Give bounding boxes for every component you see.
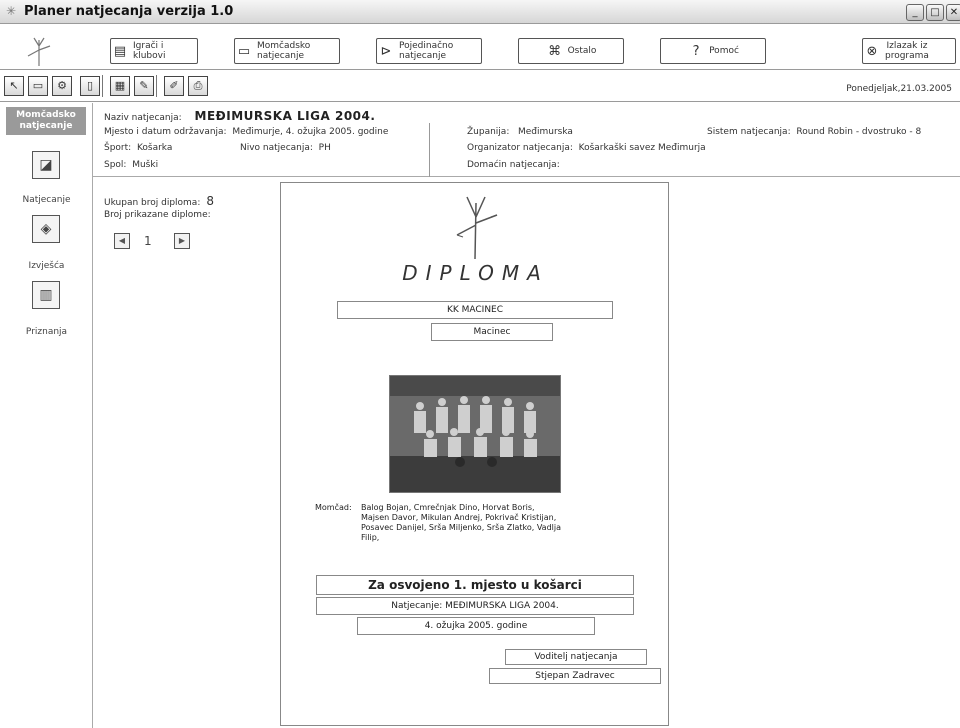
- competition-name: MEĐIMURSKA LIGA 2004.: [194, 109, 376, 123]
- sistem-value: Round Robin - dvostruko - 8: [796, 127, 922, 137]
- nivo-value: PH: [318, 143, 331, 153]
- window-title: Planer natjecanja verzija 1.0: [24, 4, 234, 19]
- command-icon: ⌘: [548, 43, 562, 59]
- app-icon: ✳: [6, 4, 17, 18]
- toolbar: ↖ ▭ ⚙ ▯ ▦ ✎ ✐ ⎙ Ponedjeljak,21.03.2005: [0, 72, 960, 102]
- tool-arrow-icon[interactable]: ↖: [4, 76, 24, 96]
- help-icon: ?: [692, 43, 700, 59]
- tool-edit-icon[interactable]: ✎: [134, 76, 154, 96]
- team-competition-button[interactable]: ▭ Momčadsko natjecanje: [234, 38, 340, 64]
- team-label: Momčad:: [315, 503, 352, 512]
- minimize-button[interactable]: _: [906, 4, 924, 21]
- domacin-label: Domaćin natjecanja:: [467, 160, 560, 170]
- tool-calculator-icon[interactable]: ▦: [110, 76, 130, 96]
- database-icon: ▤: [113, 43, 127, 59]
- shown-label: Broj prikazane diplome:: [104, 210, 211, 220]
- sidebar-header[interactable]: Momčadsko natjecanje: [6, 107, 86, 135]
- tool-page-icon[interactable]: ▯: [80, 76, 100, 96]
- competition-field[interactable]: Natjecanje: MEĐIMURSKA LIGA 2004.: [316, 597, 634, 615]
- sidebar-item-priznanja[interactable]: Priznanja: [0, 327, 93, 337]
- total-label: Ukupan broj diploma:: [104, 198, 201, 208]
- award-field[interactable]: Za osvojeno 1. mjesto u košarci: [316, 575, 634, 595]
- team-photo: [389, 375, 561, 493]
- reports-icon[interactable]: ◈: [32, 215, 60, 243]
- team-competition-icon: ▭: [237, 43, 251, 59]
- organizator-label: Organizator natjecanja:: [467, 143, 573, 153]
- zupanija-label: Županija:: [467, 127, 510, 137]
- sidebar-item-izvjesca[interactable]: Izvješća: [0, 261, 93, 271]
- tool-print-icon[interactable]: ⎙: [188, 76, 208, 96]
- maximize-button[interactable]: □: [926, 4, 944, 21]
- sport-value: Košarka: [136, 143, 173, 153]
- individual-competition-button[interactable]: ⊳ Pojedinačno natjecanje: [376, 38, 482, 64]
- toolbar-separator: [102, 75, 104, 97]
- leader-title-field[interactable]: Voditelj natjecanja: [505, 649, 647, 665]
- individual-competition-icon: ⊳: [380, 43, 392, 59]
- tool-gear-icon[interactable]: ⚙: [52, 76, 72, 96]
- info-divider: [429, 123, 430, 177]
- naziv-label: Naziv natjecanja:: [104, 113, 182, 123]
- other-button[interactable]: ⌘ Ostalo: [518, 38, 624, 64]
- help-button[interactable]: ? Pomoć: [660, 38, 766, 64]
- tool-brush-icon[interactable]: ✐: [164, 76, 184, 96]
- spol-label: Spol:: [104, 160, 127, 170]
- sidebar-item-natjecanje[interactable]: Natjecanje: [0, 195, 93, 205]
- exit-button[interactable]: ⊗ Izlazak iz programa: [862, 38, 956, 64]
- sidebar: Momčadsko natjecanje ◪ Natjecanje ◈ Izvje…: [0, 103, 93, 728]
- sport-label: Šport:: [104, 143, 132, 153]
- close-button[interactable]: ✕: [946, 4, 960, 21]
- diploma-preview: DIPLOMA KK MACINEC Macinec Momčad: Balog…: [280, 182, 669, 726]
- mjesto-label: Mjesto i datum održavanja:: [104, 127, 227, 137]
- diploma-title: DIPLOMA: [402, 261, 549, 285]
- zupanija-value: Međimurska: [517, 127, 573, 137]
- awards-icon[interactable]: ▥: [32, 281, 60, 309]
- diploma-view-icon[interactable]: ◪: [32, 151, 60, 179]
- app-logo-icon: [27, 37, 51, 66]
- tool-folder-icon[interactable]: ▭: [28, 76, 48, 96]
- place-field[interactable]: Macinec: [431, 323, 553, 341]
- mjesto-value: Međimurje, 4. ožujka 2005. godine: [232, 127, 389, 137]
- main-nav: ▤ Igrači i klubovi ▭ Momčadsko natjecanje …: [0, 34, 960, 70]
- total-value: 8: [206, 194, 214, 208]
- leader-name-field[interactable]: Stjepan Zadravec: [489, 668, 661, 684]
- sistem-label: Sistem natjecanja:: [707, 127, 791, 137]
- organizator-value: Košarkaški savez Međimurja: [578, 143, 706, 153]
- current-diploma-number: 1: [144, 234, 152, 248]
- diploma-counter: Ukupan broj diploma: 8 Broj prikazane dip…: [104, 194, 214, 220]
- prev-diploma-button[interactable]: ◀: [114, 233, 130, 249]
- players-clubs-button[interactable]: ▤ Igrači i klubovi: [110, 38, 198, 64]
- title-bar: ✳ Planer natjecanja verzija 1.0 _ □ ✕: [0, 0, 960, 24]
- team-name-field[interactable]: KK MACINEC: [337, 301, 613, 319]
- date-field[interactable]: 4. ožujka 2005. godine: [357, 617, 595, 635]
- toolbar-separator: [156, 75, 158, 97]
- diploma-logo-icon: [456, 196, 498, 260]
- next-diploma-button[interactable]: ▶: [174, 233, 190, 249]
- current-date: Ponedjeljak,21.03.2005: [846, 84, 952, 94]
- team-players: Balog Bojan, Cmrečnjak Dino, Horvat Bori…: [361, 503, 562, 542]
- exit-icon: ⊗: [866, 43, 878, 59]
- spol-value: Muški: [132, 160, 159, 170]
- nivo-label: Nivo natjecanja:: [240, 143, 313, 153]
- competition-info: Naziv natjecanja: MEĐIMURSKA LIGA 2004. …: [93, 103, 960, 177]
